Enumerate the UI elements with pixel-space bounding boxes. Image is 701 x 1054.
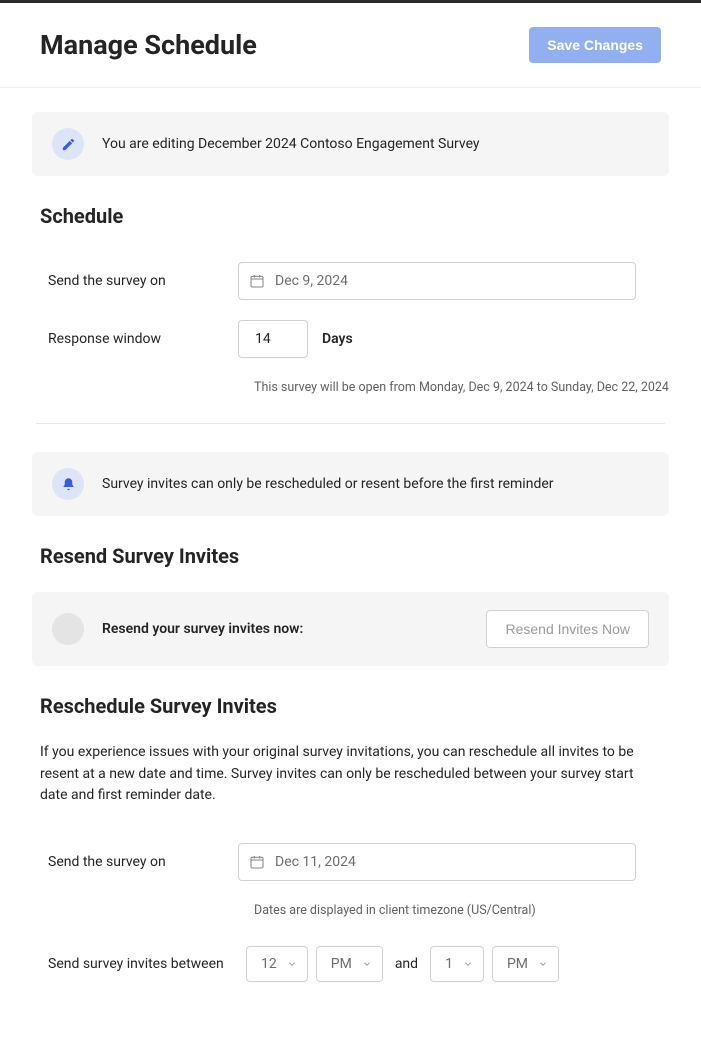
schedule-range-text: This survey will be open from Monday, De… bbox=[254, 380, 669, 395]
editing-banner-text: You are editing December 2024 Contoso En… bbox=[102, 136, 480, 152]
reschedule-description: If you experience issues with your origi… bbox=[40, 742, 661, 807]
invite-between-label: Send survey invites between bbox=[48, 956, 246, 972]
reschedule-section-title: Reschedule Survey Invites bbox=[40, 694, 669, 718]
resend-now-icon bbox=[52, 613, 84, 645]
invite-time-row: Send survey invites between 12 PM and 1 … bbox=[32, 936, 669, 992]
reschedule-send-row: Send the survey on Dec 11, 2024 bbox=[32, 833, 669, 891]
and-label: and bbox=[395, 956, 418, 972]
days-label: Days bbox=[322, 331, 353, 347]
reschedule-send-date-value: Dec 11, 2024 bbox=[275, 854, 356, 870]
start-ampm-select[interactable]: PM bbox=[316, 946, 383, 982]
chevron-down-icon bbox=[538, 959, 548, 969]
response-window-input[interactable] bbox=[238, 320, 308, 358]
page-title: Manage Schedule bbox=[40, 29, 257, 61]
reminder-banner-text: Survey invites can only be rescheduled o… bbox=[102, 476, 554, 492]
page-header: Manage Schedule Save Changes bbox=[0, 3, 701, 88]
tz-note-row: Dates are displayed in client timezone (… bbox=[32, 899, 669, 918]
schedule-send-row: Send the survey on Dec 9, 2024 bbox=[32, 252, 669, 310]
editing-banner: You are editing December 2024 Contoso En… bbox=[32, 112, 669, 176]
end-hour-value: 1 bbox=[445, 956, 453, 972]
edit-icon bbox=[52, 128, 84, 160]
schedule-send-date-value: Dec 9, 2024 bbox=[275, 273, 348, 289]
invite-time-selects: 12 PM and 1 PM bbox=[246, 946, 559, 982]
chevron-down-icon bbox=[362, 959, 372, 969]
response-window-row: Response window Days bbox=[32, 310, 669, 368]
reschedule-send-label: Send the survey on bbox=[48, 854, 238, 870]
response-window-label: Response window bbox=[48, 331, 238, 347]
start-hour-value: 12 bbox=[261, 956, 277, 972]
schedule-section-title: Schedule bbox=[40, 204, 669, 228]
calendar-icon bbox=[239, 273, 275, 289]
start-hour-select[interactable]: 12 bbox=[246, 946, 308, 982]
save-changes-button[interactable]: Save Changes bbox=[529, 27, 661, 63]
schedule-send-date-input[interactable]: Dec 9, 2024 bbox=[238, 262, 636, 300]
bell-icon bbox=[52, 468, 84, 500]
tz-note: Dates are displayed in client timezone (… bbox=[254, 903, 536, 918]
reminder-banner: Survey invites can only be rescheduled o… bbox=[32, 452, 669, 516]
chevron-down-icon bbox=[463, 959, 473, 969]
section-divider bbox=[36, 423, 665, 424]
resend-box: Resend your survey invites now: Resend I… bbox=[32, 592, 669, 666]
resend-invites-button[interactable]: Resend Invites Now bbox=[486, 610, 649, 648]
chevron-down-icon bbox=[287, 959, 297, 969]
end-ampm-select[interactable]: PM bbox=[492, 946, 559, 982]
calendar-icon bbox=[239, 854, 275, 870]
page-content: You are editing December 2024 Contoso En… bbox=[0, 88, 701, 1032]
resend-section-title: Resend Survey Invites bbox=[40, 544, 669, 568]
end-ampm-value: PM bbox=[507, 956, 528, 972]
schedule-range-row: This survey will be open from Monday, De… bbox=[32, 376, 669, 395]
schedule-send-label: Send the survey on bbox=[48, 273, 238, 289]
start-ampm-value: PM bbox=[331, 956, 352, 972]
end-hour-select[interactable]: 1 bbox=[430, 946, 484, 982]
resend-prompt: Resend your survey invites now: bbox=[102, 621, 486, 637]
reschedule-send-date-input[interactable]: Dec 11, 2024 bbox=[238, 843, 636, 881]
